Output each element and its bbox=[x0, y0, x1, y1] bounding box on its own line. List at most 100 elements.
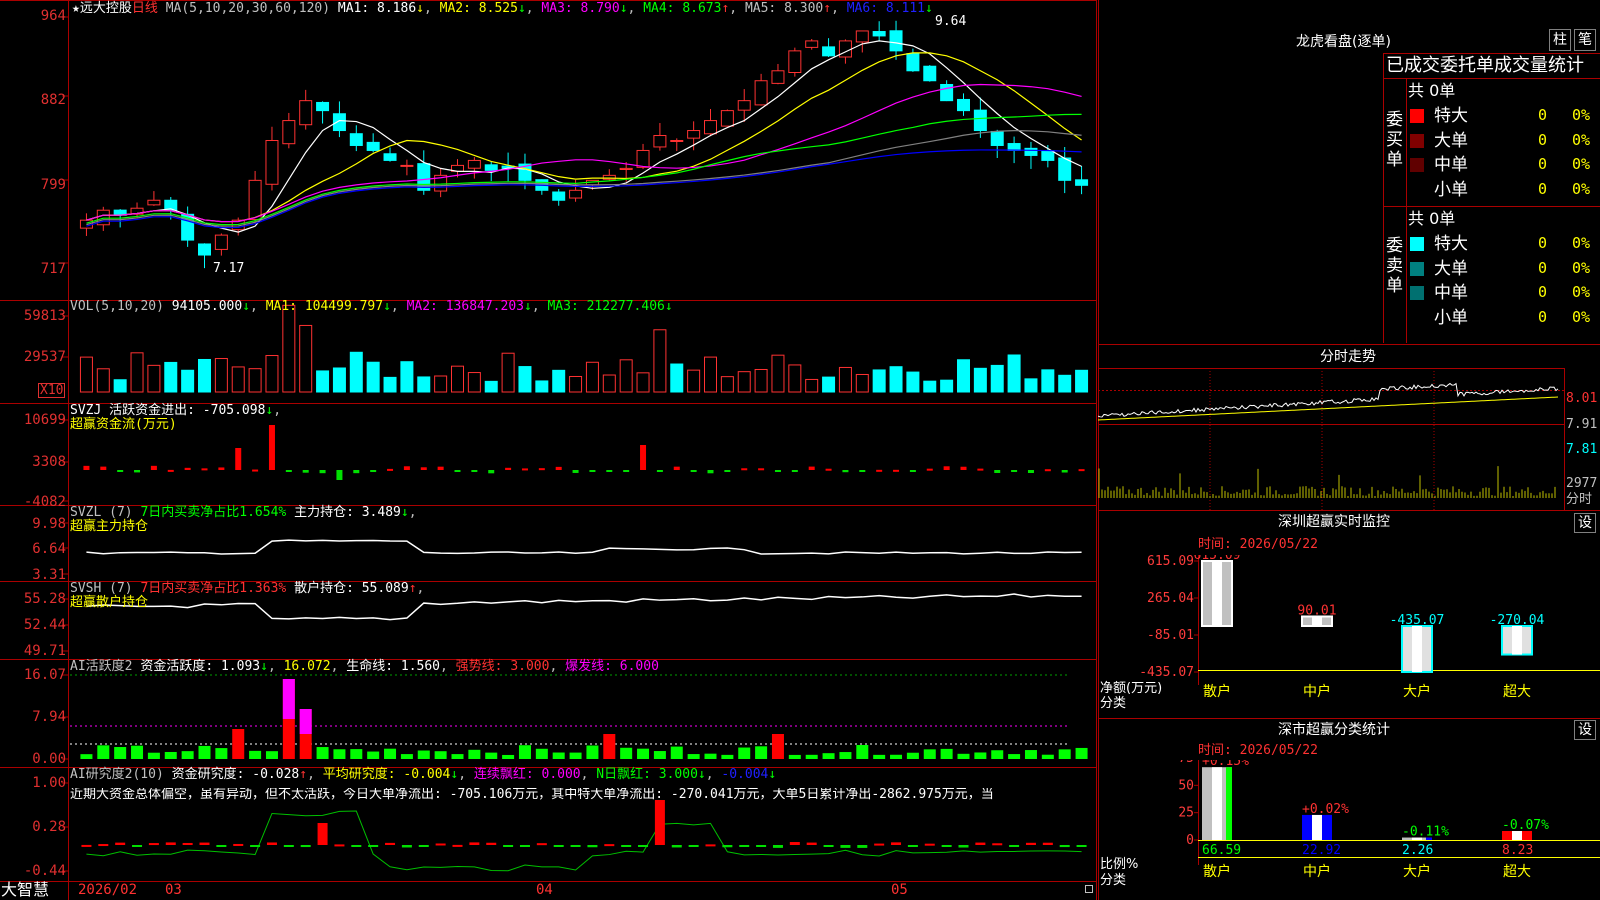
svzl-hold: 主力持仓: 3.489 bbox=[294, 505, 401, 520]
activity-bar bbox=[265, 751, 278, 759]
flow-bar bbox=[623, 470, 630, 472]
y-tick: 1.00 bbox=[32, 775, 66, 791]
y-tick: 9.98 bbox=[32, 516, 66, 532]
flow-bar bbox=[825, 468, 832, 471]
monitor-bar-value: -270.04 bbox=[1490, 613, 1545, 628]
stats-bar-highlight bbox=[1312, 814, 1322, 840]
stats-change: +0.15% bbox=[1202, 760, 1249, 769]
stats-xlabel: 分类 bbox=[1100, 873, 1127, 888]
candle-body bbox=[822, 46, 836, 57]
order-count: 0 bbox=[1538, 106, 1548, 124]
volume-bar bbox=[957, 359, 970, 393]
activity-bar bbox=[198, 745, 211, 759]
chart-panels[interactable]: 964 882 799 717 59813 29537 10699 3308 -… bbox=[0, 0, 1097, 900]
activity-bar bbox=[704, 753, 717, 759]
candle-body bbox=[1075, 179, 1089, 186]
stats-category: 超大 bbox=[1503, 864, 1531, 880]
intraday-vol-unit: 分时 bbox=[1566, 492, 1593, 507]
activity-bar bbox=[839, 752, 852, 759]
volume-bar bbox=[704, 356, 717, 393]
flow-bar bbox=[1011, 470, 1018, 472]
activity-bar bbox=[147, 752, 160, 759]
research-bar bbox=[638, 845, 649, 847]
aihy-v5: 爆发线: 6.000 bbox=[565, 659, 659, 674]
flow-bar bbox=[218, 467, 225, 470]
candle-body bbox=[1058, 157, 1072, 181]
candle-body bbox=[366, 141, 380, 151]
ma4-line bbox=[86, 113, 1082, 226]
stats-category: 大户 bbox=[1403, 863, 1431, 880]
tick-view-button[interactable]: 笔 bbox=[1574, 29, 1596, 51]
volume-bar bbox=[889, 366, 903, 393]
research-bar bbox=[148, 843, 159, 846]
flow-bar bbox=[454, 470, 461, 472]
activity-bar bbox=[535, 748, 548, 759]
activity-bar bbox=[670, 746, 683, 759]
period-label[interactable]: 日线 bbox=[132, 1, 158, 16]
research-bar bbox=[435, 843, 446, 846]
lock-icon[interactable] bbox=[1085, 885, 1093, 893]
order-total: 共 0单 bbox=[1408, 81, 1456, 100]
candle-body bbox=[383, 153, 397, 161]
activity-bar bbox=[232, 729, 245, 759]
volume-bar bbox=[113, 379, 127, 393]
activity-bar bbox=[384, 748, 397, 759]
stats-change: -0.07% bbox=[1502, 818, 1549, 833]
flow-bar bbox=[943, 466, 950, 470]
flow-bar bbox=[319, 470, 326, 474]
chart-canvas[interactable] bbox=[0, 0, 1097, 900]
activity-bar bbox=[721, 754, 734, 759]
flow-bar bbox=[673, 466, 680, 470]
activity-bar bbox=[805, 754, 818, 759]
brand-label[interactable]: 大智慧 bbox=[1, 881, 49, 899]
activity-bar bbox=[637, 748, 650, 759]
candle-body bbox=[1041, 150, 1055, 161]
volume-bar bbox=[838, 366, 852, 393]
research-bar bbox=[924, 843, 935, 846]
research-bar bbox=[536, 843, 547, 846]
y-tick: 49.71 bbox=[23, 643, 66, 659]
ma4-value: MA4: 8.673 bbox=[643, 1, 722, 16]
order-size-label: 大单 bbox=[1434, 258, 1468, 279]
stock-name[interactable]: 远大控股 bbox=[80, 1, 132, 16]
activity-bar bbox=[771, 734, 784, 759]
flow-bar bbox=[353, 470, 360, 474]
activity-bar bbox=[1008, 754, 1021, 759]
stats-settings-button[interactable]: 设 bbox=[1574, 720, 1596, 740]
flow-bar bbox=[167, 469, 174, 472]
vol-ma3: MA3: 212277.406 bbox=[547, 299, 665, 314]
stats-value: 66.59 bbox=[1202, 843, 1241, 858]
candle-body bbox=[214, 234, 228, 250]
y-tick: -4082 bbox=[23, 494, 66, 510]
column-view-button[interactable]: 柱 bbox=[1549, 29, 1571, 51]
candle-body bbox=[872, 31, 886, 37]
stats-y-tick: 75 bbox=[1178, 760, 1194, 766]
y-tick: 52.44 bbox=[23, 617, 66, 633]
candle-body bbox=[299, 100, 313, 126]
flow-bar bbox=[83, 465, 90, 470]
candle-body bbox=[265, 139, 279, 185]
research-bar bbox=[233, 843, 244, 846]
research-bar bbox=[351, 845, 362, 847]
flow-bar bbox=[909, 470, 916, 472]
order-percent: 0% bbox=[1572, 130, 1591, 149]
flow-bar bbox=[471, 470, 478, 472]
research-bar bbox=[1009, 845, 1020, 847]
svzj-title-row: SVZJ 活跃资金进出: -705.098↓, bbox=[70, 403, 282, 418]
flow-bar bbox=[1027, 470, 1034, 473]
research-bar bbox=[182, 842, 193, 845]
monitor-settings-button[interactable]: 设 bbox=[1574, 513, 1596, 533]
intraday-chart[interactable] bbox=[1098, 368, 1600, 510]
y-tick: 7.94 bbox=[32, 709, 66, 725]
candle-body bbox=[771, 70, 785, 84]
research-bar bbox=[806, 842, 817, 845]
volume-bar bbox=[973, 367, 987, 393]
volume-bar bbox=[265, 355, 279, 393]
volume-bar bbox=[1024, 378, 1038, 393]
flow-bar bbox=[758, 468, 765, 471]
research-bar bbox=[621, 845, 632, 847]
volume-bar bbox=[1041, 369, 1055, 393]
volume-bar bbox=[535, 380, 549, 393]
volume-bar bbox=[231, 366, 245, 393]
candle-body bbox=[670, 139, 684, 142]
